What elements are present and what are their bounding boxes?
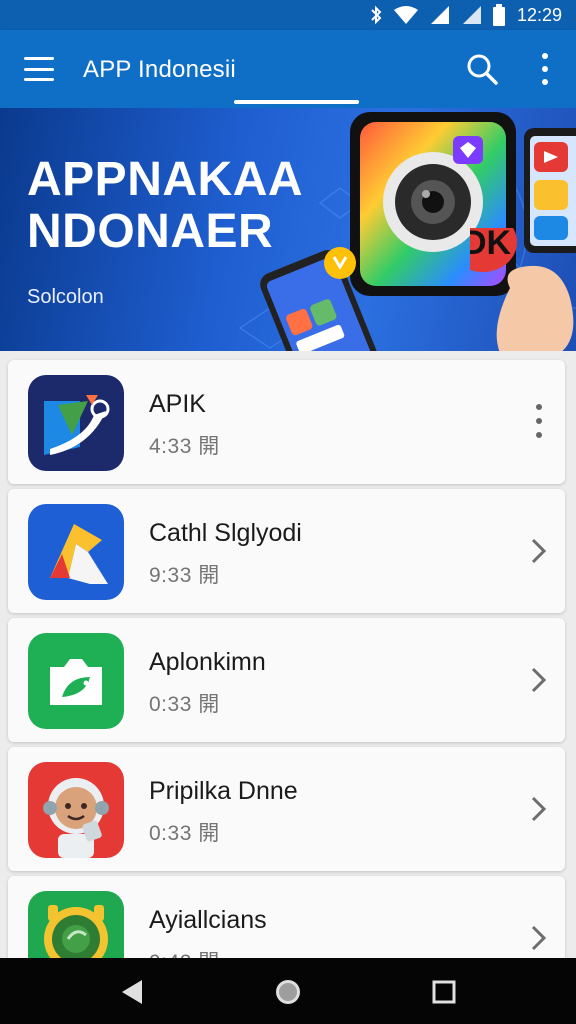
banner-heading-line2: NDONAER	[27, 205, 274, 258]
app-meta: 9:33 開	[149, 564, 220, 587]
home-icon[interactable]	[273, 977, 303, 1007]
chevron-right-icon	[531, 925, 547, 951]
app-name: Aplonkimn	[149, 648, 266, 676]
system-nav-bar	[0, 958, 576, 1024]
wifi-icon	[393, 5, 419, 25]
list-item[interactable]: Cathl Slglyodi 9:33 開	[8, 489, 565, 613]
menu-icon[interactable]	[22, 54, 56, 84]
hand-illustration: DK	[470, 228, 574, 351]
list-item[interactable]: Aplonkimn 0:33 開	[8, 618, 565, 742]
app-meta: 4:33 開	[149, 435, 220, 458]
app-meta: 0:33 開	[149, 822, 220, 845]
app-icon-yellow-a	[28, 504, 124, 600]
more-vert-icon[interactable]	[533, 404, 545, 438]
app-meta: 0:33 開	[149, 693, 220, 716]
list-item[interactable]: Ayiallcians 9:42 開	[8, 876, 565, 958]
bluetooth-icon	[369, 5, 383, 25]
signal-icon	[429, 5, 451, 25]
status-time: 12:29	[516, 4, 562, 25]
app-name: Cathl Slglyodi	[149, 519, 302, 547]
more-vert-icon[interactable]	[532, 50, 558, 88]
banner-subtitle: Solcolon	[27, 286, 104, 308]
back-icon[interactable]	[117, 977, 147, 1007]
app-name: APIK	[149, 390, 206, 418]
list-item[interactable]: Pripilka Dnne 0:33 開	[8, 747, 565, 871]
app-title: APP Indonesii	[83, 56, 236, 83]
search-icon[interactable]	[465, 52, 499, 86]
app-bar: APP Indonesii	[0, 30, 576, 108]
phone-illustration-small	[260, 247, 380, 351]
promo-banner[interactable]: APPNAKAA NDONAER Solcolon DK	[0, 108, 576, 351]
app-icon-blue-arrow	[28, 375, 124, 471]
app-icon-green-camera	[28, 633, 124, 729]
app-icon-green-gold	[28, 891, 124, 958]
chevron-right-icon	[531, 667, 547, 693]
app-name: Pripilka Dnne	[149, 777, 298, 805]
chevron-right-icon	[531, 538, 547, 564]
app-name: Ayiallcians	[149, 906, 267, 934]
chevron-right-icon	[531, 796, 547, 822]
dk-sticker-text: DK	[470, 228, 512, 262]
tab-indicator	[234, 100, 359, 104]
list-item[interactable]: APIK 4:33 開	[8, 360, 565, 484]
recents-icon[interactable]	[429, 977, 459, 1007]
app-icon-astronaut	[28, 762, 124, 858]
signal-icon-2	[461, 5, 483, 25]
status-bar: 12:29	[0, 0, 576, 30]
banner-heading-line1: APPNAKAA	[27, 153, 304, 206]
app-meta: 9:42 開	[149, 946, 220, 958]
app-list: APIK 4:33 開 Cathl Slglyodi 9:33 開 Aplonk	[0, 351, 576, 958]
battery-icon	[492, 4, 505, 26]
